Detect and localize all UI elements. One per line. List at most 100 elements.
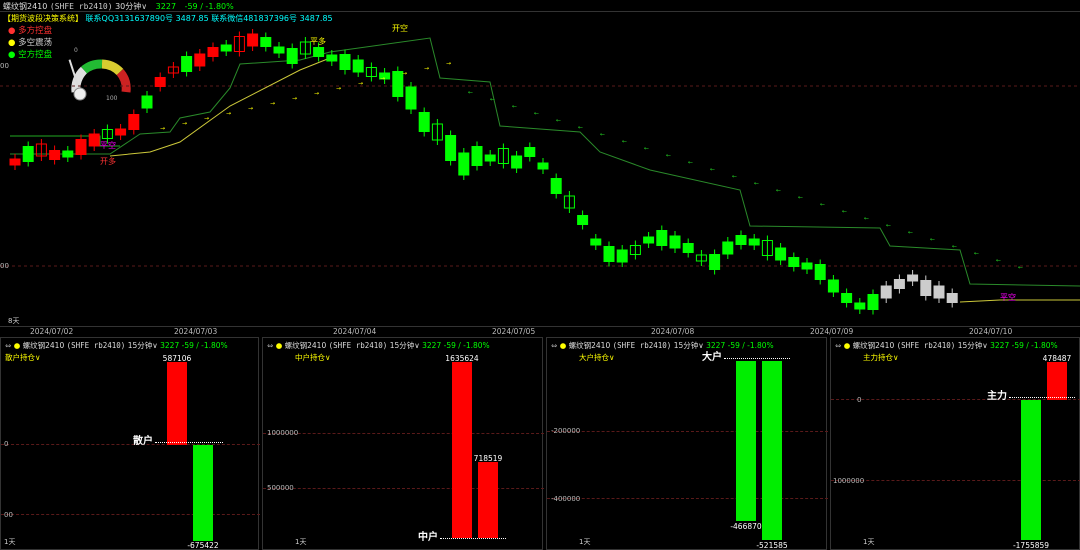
candle-body — [207, 47, 219, 57]
signal-arrow-icon: ← — [512, 103, 517, 110]
trend-stop-line — [959, 299, 1080, 303]
signal-arrow-icon: ← — [490, 96, 495, 103]
chevron-down-icon[interactable]: ∨ — [141, 2, 147, 11]
panel-retail[interactable]: ⇔ ● 螺纹钢2410 (SHFE rb2410) 15分钟∨ 3227 -59… — [0, 337, 260, 550]
bar-value-label: -1755859 — [1012, 541, 1050, 550]
signal-arrow-icon: ← — [600, 131, 605, 138]
candle-body — [722, 241, 734, 255]
bar-value-label: 587106 — [162, 354, 192, 363]
signal-arrow-icon: ← — [908, 229, 913, 236]
candle-body — [458, 152, 470, 176]
candle-body — [682, 243, 694, 253]
axis-label: 0 — [857, 396, 862, 404]
panel-day-count: 1天 — [579, 538, 591, 546]
panel-indicator-selector[interactable]: 主力持仓∨ — [863, 352, 899, 363]
y-label-upper: 00 — [0, 62, 9, 70]
panel-tag: 大户 — [702, 352, 722, 363]
panel-tag: 中户 — [418, 532, 438, 543]
position-bar-main-2 — [1047, 362, 1067, 400]
candle-body — [75, 139, 87, 155]
date-label: 2024/07/02 — [30, 327, 74, 336]
trend-stop-line — [10, 37, 1080, 287]
panel-day-count: 1天 — [295, 538, 307, 546]
candle-body — [880, 285, 892, 299]
panel-indicator-selector[interactable]: 散户持仓∨ — [5, 352, 41, 363]
position-bar-mid-2 — [478, 462, 498, 538]
axis-label: -200000 — [551, 427, 581, 435]
panel-large[interactable]: ⇔ ● 螺纹钢2410 (SHFE rb2410) 15分钟∨ 3227 -59… — [546, 337, 828, 550]
signal-arrow-icon: ← — [622, 138, 627, 145]
signal-arrow-icon: → — [270, 100, 275, 107]
signal-arrow-icon: ← — [644, 145, 649, 152]
panel-indicator-selector[interactable]: 中户持仓∨ — [295, 352, 331, 363]
candle-body — [128, 114, 140, 130]
candle-body — [867, 294, 879, 310]
signal-arrow-icon: ← — [798, 194, 803, 201]
candle-body — [194, 53, 206, 67]
axis-label: 500000 — [267, 484, 294, 492]
panel-main-force[interactable]: ⇔ ● 螺纹钢2410 (SHFE rb2410) 15分钟∨ 3227 -59… — [830, 337, 1080, 550]
panel-title: ⇔ ● 螺纹钢2410 (SHFE rb2410) 15分钟∨ 3227 -59… — [551, 341, 774, 350]
signal-arrow-icon: → — [292, 95, 297, 102]
candle-body — [643, 236, 655, 244]
signal-arrow-icon: ← — [776, 187, 781, 194]
panel-day-count: 1天 — [863, 538, 875, 546]
candle-body — [326, 54, 338, 62]
annotation-close-short-2: 平空 — [1000, 293, 1016, 302]
signal-arrow-icon: → — [160, 125, 165, 132]
candle-body — [524, 147, 536, 157]
price-change: -59 / -1.80% — [184, 2, 234, 11]
last-price: 3227 — [155, 2, 177, 11]
candle-body — [286, 48, 298, 64]
signal-arrow-icon: → — [402, 70, 407, 77]
candle-body — [893, 279, 905, 289]
position-bar-large-1 — [736, 361, 756, 521]
position-bar-long — [167, 362, 187, 445]
candle-body — [418, 112, 430, 132]
panel-mid[interactable]: ⇔ ● 螺纹钢2410 (SHFE rb2410) 15分钟∨ 3227 -59… — [262, 337, 544, 550]
instrument-name[interactable]: 螺纹钢2410 — [3, 2, 47, 11]
candle-body — [247, 33, 259, 47]
candle-body — [669, 235, 681, 249]
date-label: 2024/07/10 — [969, 327, 1013, 336]
signal-arrow-icon: ← — [1018, 264, 1023, 271]
signal-arrow-icon: ← — [732, 173, 737, 180]
instrument-code: (SHFE rb2410) — [49, 2, 113, 11]
candle-body — [841, 293, 853, 303]
annotation-open-long: 开多 — [100, 157, 116, 166]
date-label: 2024/07/04 — [333, 327, 377, 336]
candle-body — [537, 162, 549, 170]
signal-arrow-icon: ← — [886, 222, 891, 229]
axis-label: 1000000 — [833, 477, 865, 485]
candle-body — [22, 146, 34, 162]
candle-body — [907, 274, 919, 282]
axis-label: 0 — [4, 440, 9, 448]
period-selector[interactable]: 30分钟 — [115, 2, 141, 11]
candle-body — [352, 59, 364, 73]
signal-arrow-icon: ← — [974, 250, 979, 257]
panel-tag: 散户 — [133, 436, 153, 447]
panel-tag: 主力 — [987, 391, 1007, 402]
bar-value-label: -675422 — [187, 541, 219, 550]
signal-arrow-icon: ← — [820, 201, 825, 208]
candle-body — [260, 37, 272, 47]
candle-body — [484, 154, 496, 162]
signal-arrow-icon: ← — [952, 243, 957, 250]
candle-body — [920, 280, 932, 296]
axis-label: 1000000 — [267, 429, 299, 437]
signal-arrow-icon: → — [424, 65, 429, 72]
candle-body — [154, 77, 166, 87]
candle-body — [603, 246, 615, 262]
candle-body — [827, 279, 839, 293]
signal-arrow-icon: ← — [754, 180, 759, 187]
candle-body — [656, 230, 668, 246]
panel-title: ⇔ ● 螺纹钢2410 (SHFE rb2410) 15分钟∨ 3227 -59… — [267, 341, 490, 350]
candlestick-chart[interactable]: → → → → → → → → → → → → → → ← ← ← ← ← ← ← ← ← ← ← ← ← ← ← ← ← ← ← ← ← ← ← ← ← ← — [0, 22, 1080, 326]
signal-arrow-icon: ← — [710, 166, 715, 173]
candle-body — [854, 302, 866, 310]
signal-arrow-icon: ← — [578, 124, 583, 131]
signal-arrow-icon: ← — [666, 152, 671, 159]
candle-body — [616, 249, 628, 263]
candle-body — [933, 285, 945, 299]
panel-indicator-selector[interactable]: 大户持仓∨ — [579, 352, 615, 363]
